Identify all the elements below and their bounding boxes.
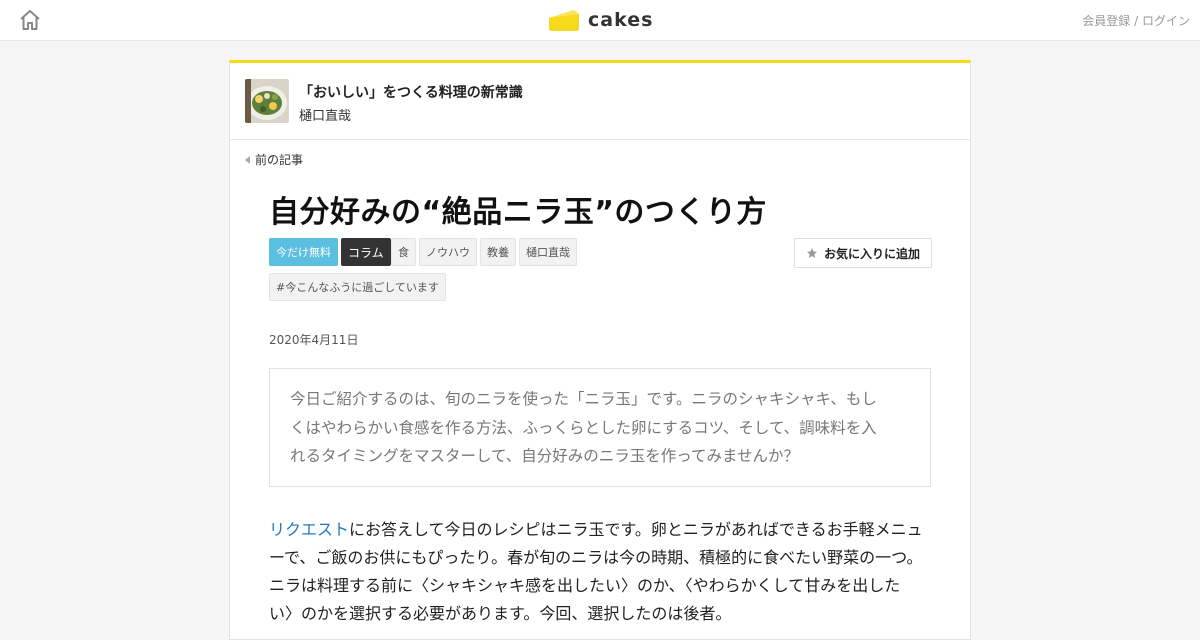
star-icon: [806, 248, 817, 258]
add-favorite-label: お気に入りに追加: [823, 246, 920, 261]
auth-separator: /: [1130, 14, 1142, 28]
logo-text: cakes: [588, 9, 654, 31]
body-line: ニラは料理する前に〈シャキシャキ感を出したい〉のか、〈やわらかくして甘みを出した: [269, 576, 901, 595]
login-link[interactable]: ログイン: [1142, 14, 1190, 28]
body-line: ーで、ご飯のお供にもぴったり。春が旬のニラは今の時期、積極的に食べたい野菜の一つ…: [269, 548, 923, 567]
series-header[interactable]: 「おいしい」をつくる料理の新常識 樋口直哉: [230, 63, 970, 140]
lead-line: 今日ご紹介するのは、旬のニラを使った「ニラ玉」です。ニラのシャキシャキ、もし: [290, 390, 877, 408]
lead-summary: 今日ご紹介するのは、旬のニラを使った「ニラ玉」です。ニラのシャキシャキ、もし く…: [269, 368, 931, 487]
series-author[interactable]: 樋口直哉: [299, 105, 351, 124]
prev-article-link[interactable]: 前の記事: [245, 151, 303, 168]
lead-line: くはやわらかい食感を作る方法、ふっくらとした卵にするコツ、そして、調味料を入: [290, 418, 877, 437]
tag-author[interactable]: 樋口直哉: [519, 238, 577, 266]
cakes-logo[interactable]: cakes: [548, 6, 653, 34]
top-header: cakes 会員登録 / ログイン: [0, 0, 1200, 41]
article-body: リクエストにお答えして今日のレシピはニラ玉です。卵とニラがあればできるお手軽メニ…: [269, 516, 939, 628]
tag-food[interactable]: 食: [391, 238, 416, 266]
body-line: リクエストにお答えして今日のレシピはニラ玉です。卵とニラがあればできるお手軽メニ…: [269, 516, 939, 544]
body-line: い〉のかを選択する必要があります。今回、選択したのは後者。: [269, 604, 732, 623]
series-thumbnail[interactable]: [245, 79, 289, 123]
chevron-left-icon: [245, 155, 250, 164]
cake-slice-icon: [549, 10, 579, 31]
tag-hashtag[interactable]: #今こんなふうに過ごしています: [269, 273, 446, 301]
tag-culture[interactable]: 教養: [480, 238, 516, 266]
series-title[interactable]: 「おいしい」をつくる料理の新常識: [299, 82, 523, 102]
article-title: 自分好みの“絶品ニラ玉”のつくり方: [269, 195, 767, 230]
publish-date: 2020年4月11日: [269, 333, 359, 347]
signup-link[interactable]: 会員登録: [1082, 14, 1130, 28]
lead-line: れるタイミングをマスターして、自分好みのニラ玉を作ってみませんか？: [290, 447, 800, 465]
prev-article-label: 前の記事: [255, 153, 304, 167]
request-link[interactable]: リクエスト: [269, 520, 349, 539]
add-favorite-button[interactable]: お気に入りに追加: [794, 238, 932, 268]
auth-links: 会員登録 / ログイン: [1082, 12, 1190, 29]
tag-free[interactable]: 今だけ無料: [269, 238, 338, 266]
tag-knowhow[interactable]: ノウハウ: [419, 238, 477, 266]
body-line-text: にお答えして今日のレシピはニラ玉です。卵とニラがあればできるお手軽メニュ: [349, 520, 923, 539]
article-card: 「おいしい」をつくる料理の新常識 樋口直哉 前の記事 自分好みの“絶品ニラ玉”の…: [229, 60, 971, 640]
tag-column[interactable]: コラム: [341, 238, 391, 266]
home-icon[interactable]: [18, 8, 42, 32]
